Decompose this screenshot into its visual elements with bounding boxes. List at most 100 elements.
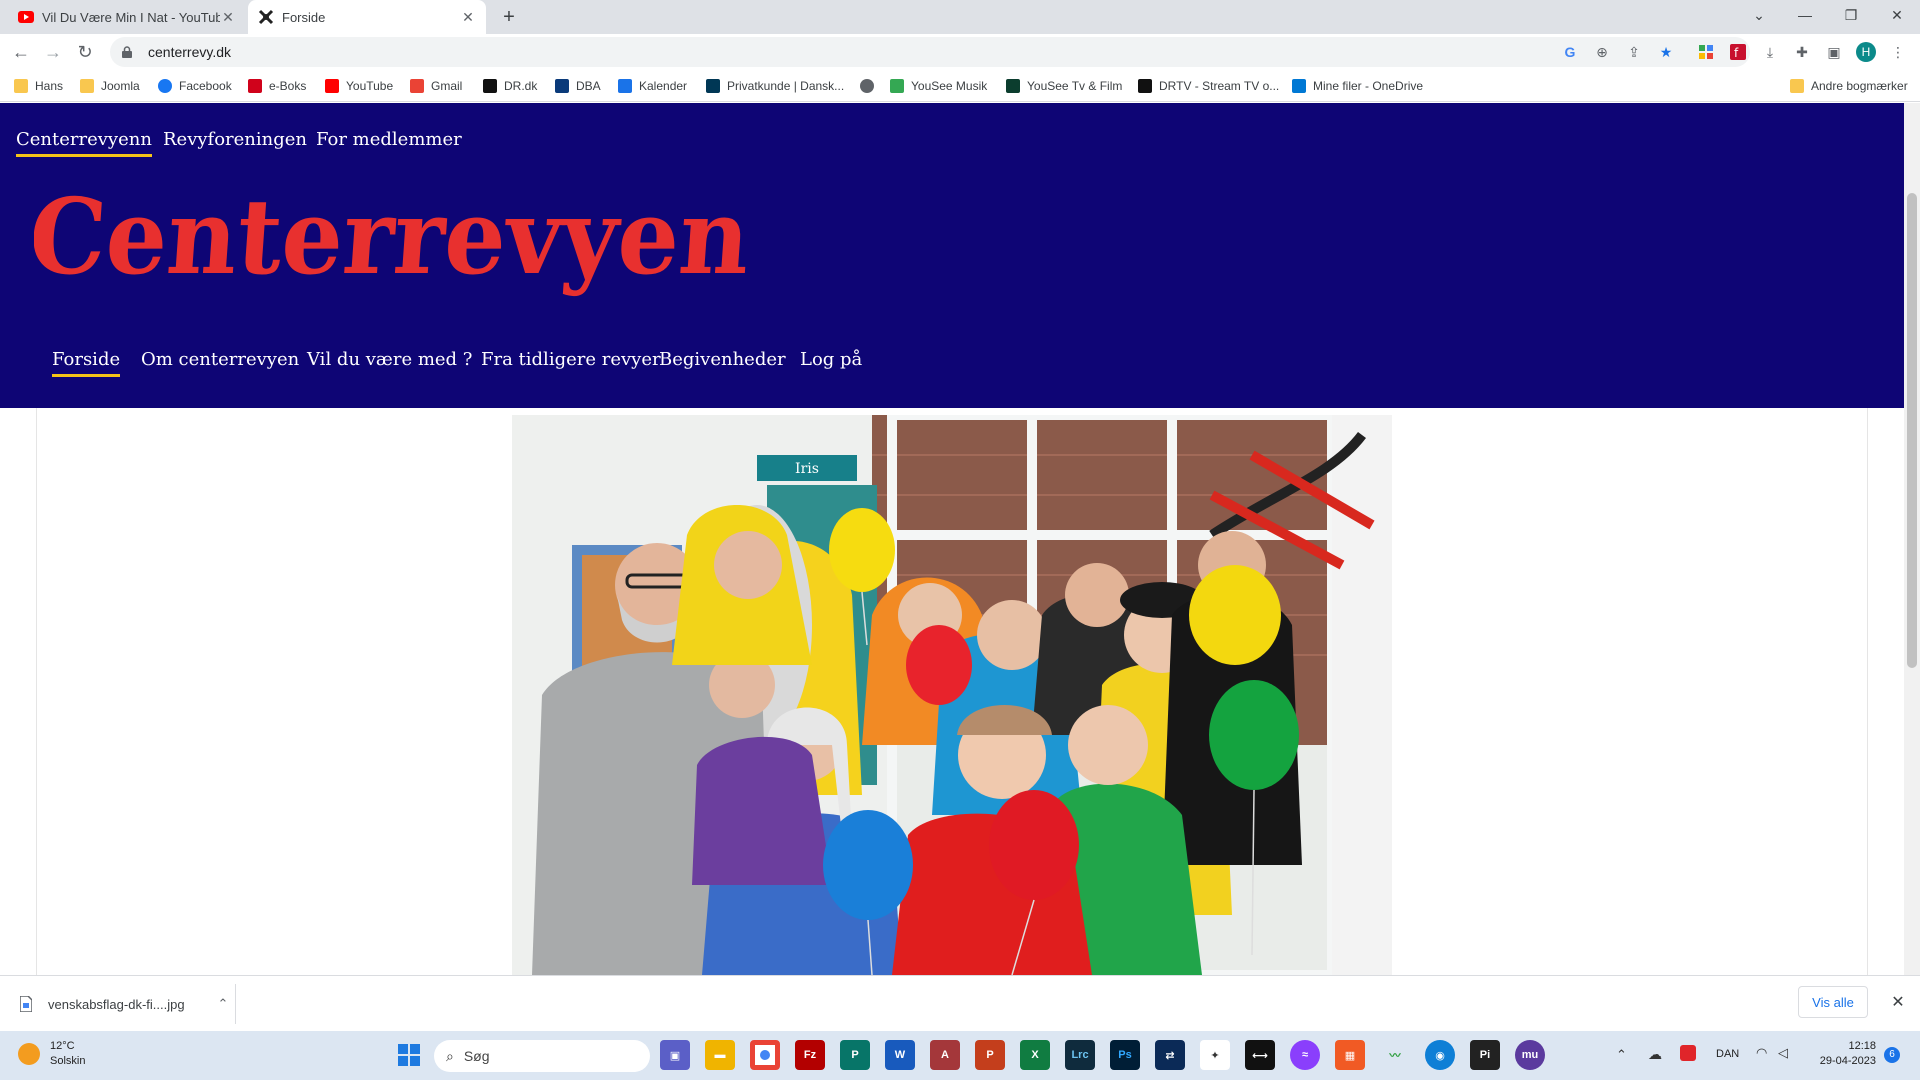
word-icon[interactable]: W [885,1040,915,1070]
google-icon[interactable]: G [1560,42,1580,62]
bookmark-label: Hans [35,79,64,93]
bookmark-item[interactable]: YouSee Musik [890,77,987,95]
file-explorer-icon[interactable]: ▬ [705,1040,735,1070]
bookmark-item[interactable]: Gmail [410,77,462,95]
bookmark-item[interactable]: Kalender [618,77,687,95]
bookmark-item[interactable]: e-Boks [248,77,306,95]
bookmark-label: Joomla [101,79,140,93]
side-panel-icon[interactable]: ▣ [1824,42,1844,62]
chat-icon[interactable]: ▣ [660,1040,690,1070]
office-app-icon[interactable]: ▦ [1335,1040,1365,1070]
messenger-icon[interactable]: ≈ [1290,1040,1320,1070]
windows-start-icon[interactable] [394,1040,424,1070]
menu-icon[interactable]: ⋮ [1888,42,1908,62]
forward-button[interactable]: → [40,39,66,65]
scrollbar-thumb[interactable] [1907,193,1917,668]
bookmark-item[interactable]: Facebook [158,77,232,95]
bookmark-label: DBA [576,79,601,93]
share-icon[interactable]: ⇪ [1624,42,1644,62]
firefox-icon[interactable]: ◉ [1425,1040,1455,1070]
app-tray-icon[interactable] [1680,1045,1696,1061]
bookmark-item[interactable]: DBA [555,77,601,95]
new-tab-button[interactable]: + [496,5,522,31]
zoom-icon[interactable]: ⊕ [1592,42,1612,62]
extension-icon[interactable] [1696,42,1716,62]
url-text: centerrevy.dk [148,44,231,60]
nav-vil-du-vaere-med[interactable]: Vil du være med ? [307,349,472,370]
close-icon[interactable]: ✕ [1888,992,1908,1012]
other-bookmarks[interactable]: Andre bogmærker [1790,77,1908,95]
bookmark-item[interactable]: DR.dk [483,77,537,95]
powerpoint-icon[interactable]: P [975,1040,1005,1070]
bookmark-item[interactable]: YouSee Tv & Film [1006,77,1122,95]
gmail-icon [410,79,424,93]
wifi-icon[interactable]: ◠ [1756,1045,1767,1061]
access-icon[interactable]: A [930,1040,960,1070]
bookmark-item[interactable] [860,77,881,95]
weather-widget[interactable]: 12°C Solskin [18,1039,85,1069]
teamviewer-icon[interactable]: ⟷ [1245,1040,1275,1070]
puzzle-icon[interactable]: ✚ [1792,42,1812,62]
address-bar[interactable]: centerrevy.dk [110,37,1750,67]
bookmark-item[interactable]: DRTV - Stream TV o... [1138,77,1279,95]
folder-icon [1790,79,1804,93]
mu-app-icon[interactable]: mu [1515,1040,1545,1070]
tab-youtube[interactable]: Vil Du Være Min I Nat - YouTube ✕ [8,0,246,34]
lightroom-icon[interactable]: Lrc [1065,1040,1095,1070]
bookmark-label: Mine filer - OneDrive [1313,79,1424,93]
app-grid-icon[interactable]: ✦ [1200,1040,1230,1070]
topnav-revyforeningen[interactable]: Revyforeningen [163,129,307,150]
bookmark-item[interactable]: Hans [14,77,63,95]
bookmarks-bar: Hans Joomla Facebook e-Boks YouTube Gmail DR.d… [0,70,1920,102]
bookmark-item[interactable]: Joomla [80,77,140,95]
nav-fra-tidligere-revyer[interactable]: Fra tidligere revyer [481,349,661,370]
close-icon[interactable]: ✕ [220,9,236,25]
tab-strip: Vil Du Være Min I Nat - YouTube ✕ Forsid… [0,0,1920,34]
onedrive-icon[interactable]: ☁ [1648,1046,1662,1063]
back-button[interactable]: ← [8,39,34,65]
tab-search-icon[interactable]: ⌄ [1736,0,1782,30]
volume-icon[interactable]: ◁ [1778,1045,1788,1061]
chevron-up-icon[interactable]: ⌃ [1616,1047,1627,1063]
nav-om-centerrevyen[interactable]: Om centerrevyen [141,349,299,370]
excel-icon[interactable]: X [1020,1040,1050,1070]
photoshop-icon[interactable]: Ps [1110,1040,1140,1070]
tab-title: Vil Du Være Min I Nat - YouTube [42,9,220,25]
topnav-for-medlemmer[interactable]: For medlemmer [316,129,462,150]
tab-title: Forside [282,9,326,25]
nav-log-paa[interactable]: Log på [800,349,862,370]
close-window-button[interactable]: ✕ [1874,0,1920,30]
show-all-button[interactable]: Vis alle [1798,986,1868,1018]
clock[interactable]: 12:18 29-04-2023 [1806,1039,1876,1069]
chevron-up-icon[interactable]: ⌃ [211,996,235,1012]
paint-icon[interactable]: Pi [1470,1040,1500,1070]
profile-avatar[interactable]: H [1856,42,1876,62]
taskbar-search[interactable]: ⌕ Søg [434,1040,650,1072]
publisher-icon[interactable]: P [840,1040,870,1070]
reload-button[interactable]: ↻ [72,39,98,65]
download-icon[interactable]: ⤓ [1760,42,1780,62]
chart-app-icon[interactable]: 〰 [1380,1040,1410,1070]
taskbar: 12°C Solskin ⌕ Søg ▣ ▬ Fz P W A P X Lrc … [0,1031,1920,1080]
page-scrollbar[interactable] [1904,103,1920,975]
bookmark-item[interactable]: Privatkunde | Dansk... [706,77,844,95]
language-indicator[interactable]: DAN [1716,1048,1739,1060]
bookmark-item[interactable]: YouTube [325,77,393,95]
nav-begivenheder[interactable]: Begivenheder [659,349,786,370]
minimize-button[interactable]: — [1782,0,1828,30]
tab-forside[interactable]: Forside ✕ [248,0,486,34]
bookmark-item[interactable]: Mine filer - OneDrive [1292,77,1423,95]
restore-button[interactable]: ❐ [1828,0,1874,30]
notification-badge[interactable]: 6 [1884,1047,1900,1063]
nav-forside[interactable]: Forside [52,349,121,377]
topnav-centerrevyenn[interactable]: Centerrevyenn [16,129,152,157]
download-item[interactable]: venskabsflag-dk-fi....jpg ⌃ [10,984,236,1024]
chrome-icon[interactable] [750,1040,780,1070]
site-logo[interactable]: Centerrevyen [34,173,764,303]
filezilla-icon[interactable]: Fz [795,1040,825,1070]
close-icon[interactable]: ✕ [460,9,476,25]
transfer-icon[interactable]: ⇄ [1155,1040,1185,1070]
download-bar: venskabsflag-dk-fi....jpg ⌃ Vis alle ✕ [0,975,1920,1031]
flash-icon[interactable]: f [1728,42,1748,62]
bookmark-star-icon[interactable]: ★ [1656,42,1676,62]
